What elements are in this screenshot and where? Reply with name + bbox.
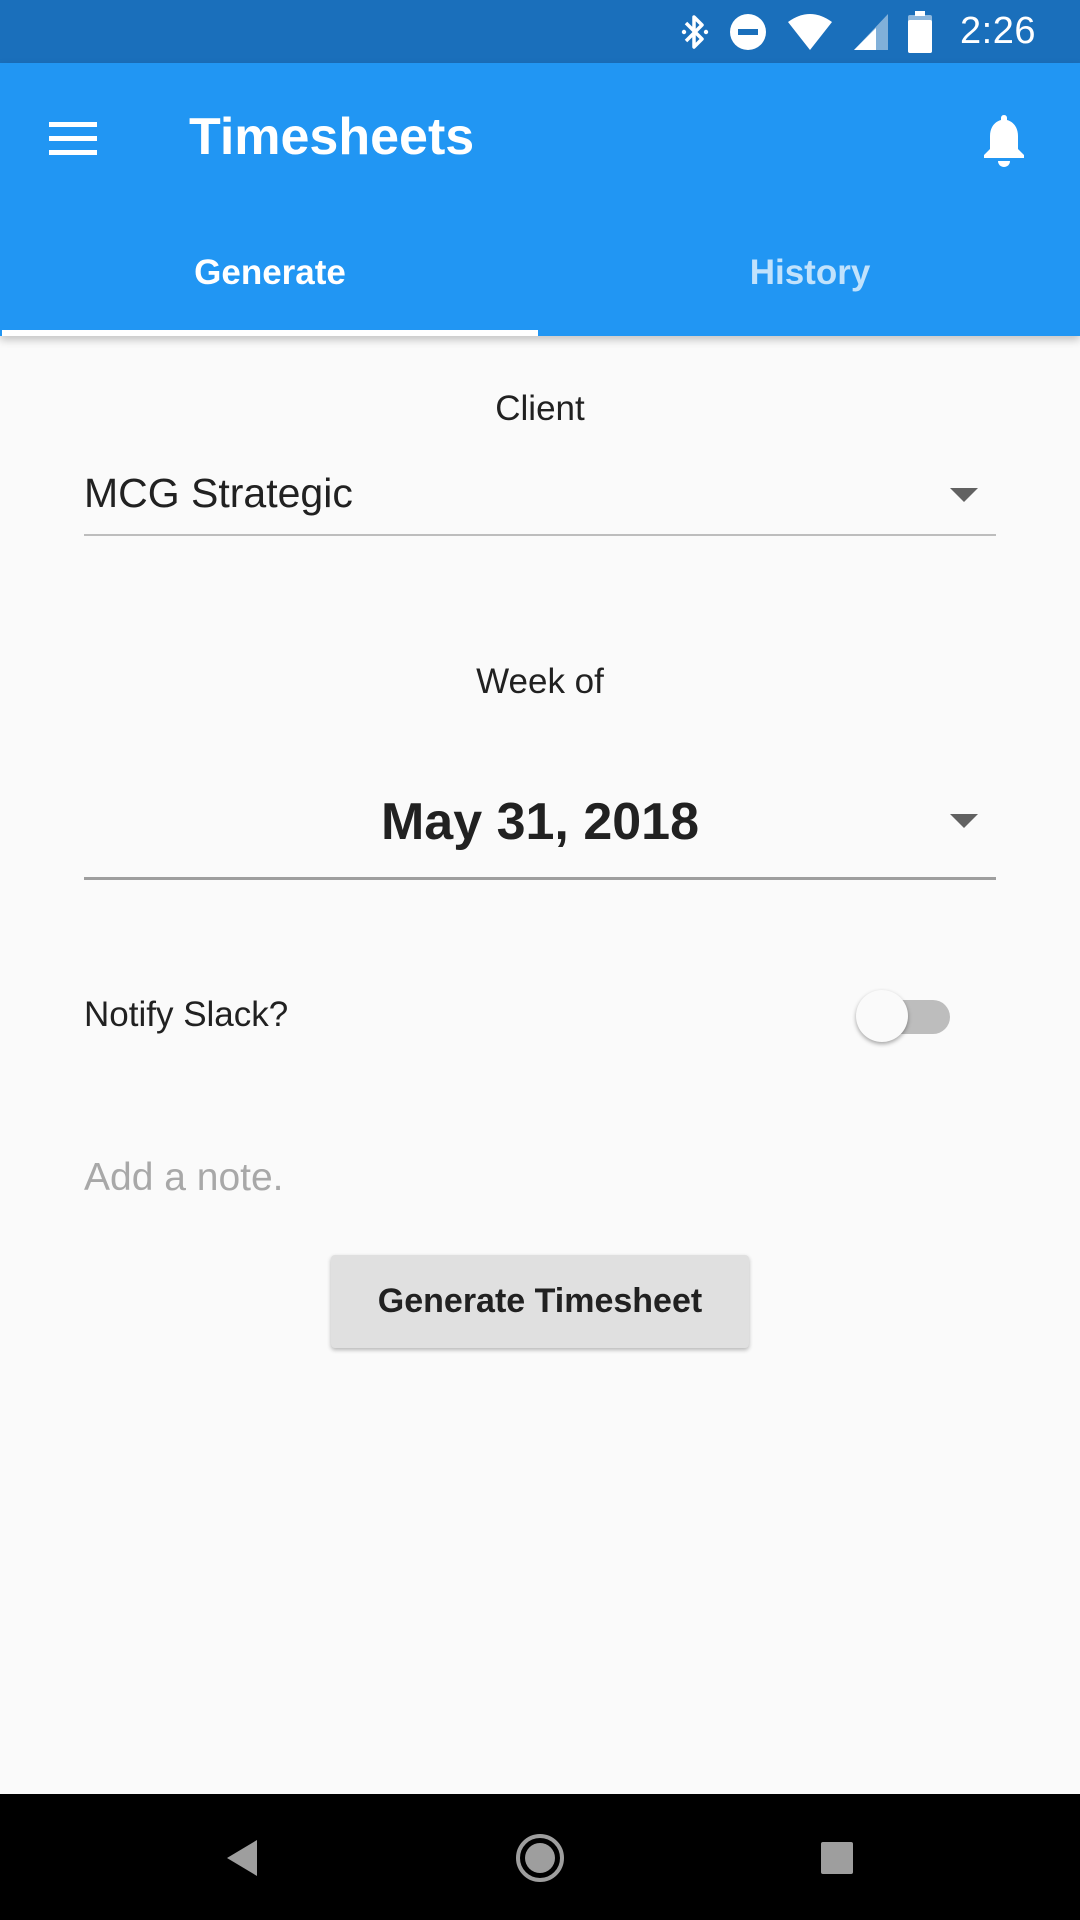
dropdown-arrow-icon — [950, 814, 978, 828]
home-button[interactable] — [500, 1822, 580, 1894]
bluetooth-icon — [680, 12, 710, 52]
recents-icon — [821, 1842, 853, 1874]
app-bar: Timesheets Generate History — [0, 63, 1080, 336]
week-label: Week of — [476, 662, 604, 701]
tab-indicator — [2, 330, 538, 336]
week-value: May 31, 2018 — [380, 793, 700, 851]
note-input[interactable] — [84, 1148, 996, 1208]
menu-button[interactable] — [38, 108, 108, 168]
battery-icon — [908, 10, 933, 53]
wifi-icon — [786, 12, 834, 52]
notify-slack-label: Notify Slack? — [84, 995, 289, 1034]
tab-generate[interactable]: Generate — [0, 210, 540, 336]
client-dropdown[interactable]: MCG Strategic — [84, 462, 996, 536]
client-value: MCG Strategic — [84, 470, 353, 516]
notifications-button[interactable] — [968, 105, 1040, 173]
cell-signal-icon — [852, 12, 890, 52]
bell-icon — [984, 115, 1024, 167]
status-bar: 2:26 — [0, 0, 1080, 63]
recents-button[interactable] — [797, 1822, 877, 1894]
hamburger-menu-icon — [49, 122, 97, 155]
toolbar: Timesheets — [0, 63, 1080, 210]
tab-history[interactable]: History — [540, 210, 1080, 336]
client-label: Client — [495, 389, 585, 428]
back-button[interactable] — [203, 1822, 283, 1894]
do-not-disturb-icon — [728, 12, 768, 52]
switch-thumb — [856, 990, 908, 1042]
back-icon — [227, 1840, 257, 1876]
app-title: Timesheets — [189, 108, 475, 166]
week-dropdown[interactable]: May 31, 2018 — [84, 770, 996, 880]
dropdown-arrow-icon — [950, 488, 978, 502]
generate-timesheet-button[interactable]: Generate Timesheet — [331, 1255, 749, 1348]
notify-slack-switch[interactable] — [856, 990, 952, 1042]
home-icon — [516, 1834, 564, 1882]
app-screen: 2:26 Timesheets Generate History Client … — [0, 0, 1080, 1920]
status-time: 2:26 — [960, 10, 1036, 52]
tab-bar: Generate History — [0, 210, 1080, 336]
navigation-bar — [0, 1794, 1080, 1920]
